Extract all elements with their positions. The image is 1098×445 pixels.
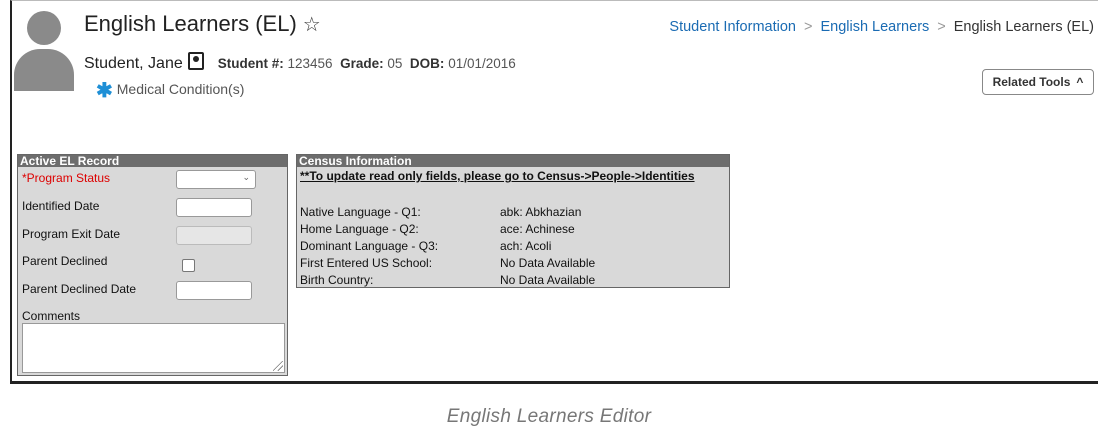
home-language-label: Home Language - Q2: (300, 222, 419, 236)
census-information-header: Census Information (297, 155, 729, 167)
native-language-label: Native Language - Q1: (300, 205, 421, 219)
program-status-select[interactable]: ⌄ (176, 170, 256, 189)
census-update-notice: **To update read only fields, please go … (300, 169, 695, 183)
comments-label: Comments (22, 309, 81, 323)
avatar-head (27, 11, 61, 45)
home-language-value: ace: Achinese (500, 222, 575, 236)
chevron-up-icon: ^ (1076, 75, 1084, 89)
star-icon[interactable]: ☆ (303, 14, 321, 36)
identified-date-input[interactable] (176, 198, 252, 217)
page-title-row: English Learners (EL) ☆ (84, 11, 321, 37)
avatar-body (14, 49, 74, 91)
student-name: Student, Jane (84, 55, 183, 72)
grade-value: 05 (387, 56, 403, 71)
resize-grip-icon[interactable] (273, 361, 283, 371)
birth-country-value: No Data Available (500, 273, 596, 287)
contact-card-icon[interactable] (187, 52, 204, 70)
active-el-record-panel: Active EL Record *Program Status ⌄ Ident… (17, 154, 288, 376)
dob-value: 01/01/2016 (448, 56, 516, 71)
breadcrumb-student-information[interactable]: Student Information (669, 19, 796, 35)
parent-declined-date-label: Parent Declined Date (22, 282, 137, 296)
medical-condition-link[interactable]: ✱ Medical Condition(s) (96, 78, 244, 103)
screenshot-frame: English Learners (EL) ☆ Student Informati… (10, 0, 1098, 384)
grade-label: Grade: (340, 56, 384, 71)
breadcrumb: Student Information > English Learners > Eng… (669, 19, 1094, 35)
native-language-value: abk: Abkhazian (500, 205, 582, 219)
dominant-language-label: Dominant Language - Q3: (300, 239, 439, 253)
breadcrumb-english-learners[interactable]: English Learners (820, 19, 929, 35)
first-entered-us-school-label: First Entered US School: (300, 256, 433, 270)
census-information-panel: Census Information **To update read only… (296, 154, 730, 288)
active-el-record-header: Active EL Record (18, 155, 287, 167)
parent-declined-checkbox[interactable] (182, 259, 195, 272)
program-exit-date-input (176, 226, 252, 245)
chevron-down-icon: ⌄ (242, 172, 250, 182)
identified-date-label: Identified Date (22, 199, 100, 213)
parent-declined-date-input[interactable] (176, 281, 252, 300)
page-title: English Learners (EL) (84, 11, 297, 36)
student-meta: Student #: 123456 Grade: 05 DOB: 01/01/2… (218, 56, 516, 71)
avatar (14, 11, 74, 91)
program-exit-date-label: Program Exit Date (22, 227, 121, 241)
dominant-language-value: ach: Acoli (500, 239, 552, 253)
parent-declined-label: Parent Declined (22, 254, 108, 268)
breadcrumb-current: English Learners (EL) (953, 19, 1094, 35)
chevron-right-icon: > (937, 19, 946, 35)
asterisk-icon: ✱ (96, 80, 113, 102)
comments-textarea[interactable] (22, 323, 285, 373)
related-tools-button[interactable]: Related Tools ^ (982, 69, 1094, 95)
figure-caption: English Learners Editor (446, 406, 652, 427)
program-status-label: *Program Status (22, 171, 111, 185)
first-entered-us-school-value: No Data Available (500, 256, 596, 270)
chevron-right-icon: > (803, 19, 813, 35)
dob-label: DOB: (409, 56, 445, 71)
student-header: Student, Jane Student #: 123456 Grade: 05… (84, 52, 516, 73)
birth-country-label: Birth Country: (300, 273, 374, 287)
related-tools-label: Related Tools (992, 75, 1071, 89)
student-number: 123456 (287, 56, 333, 71)
student-number-label: Student #: (217, 56, 284, 71)
medical-condition-label: Medical Condition(s) (116, 81, 245, 97)
